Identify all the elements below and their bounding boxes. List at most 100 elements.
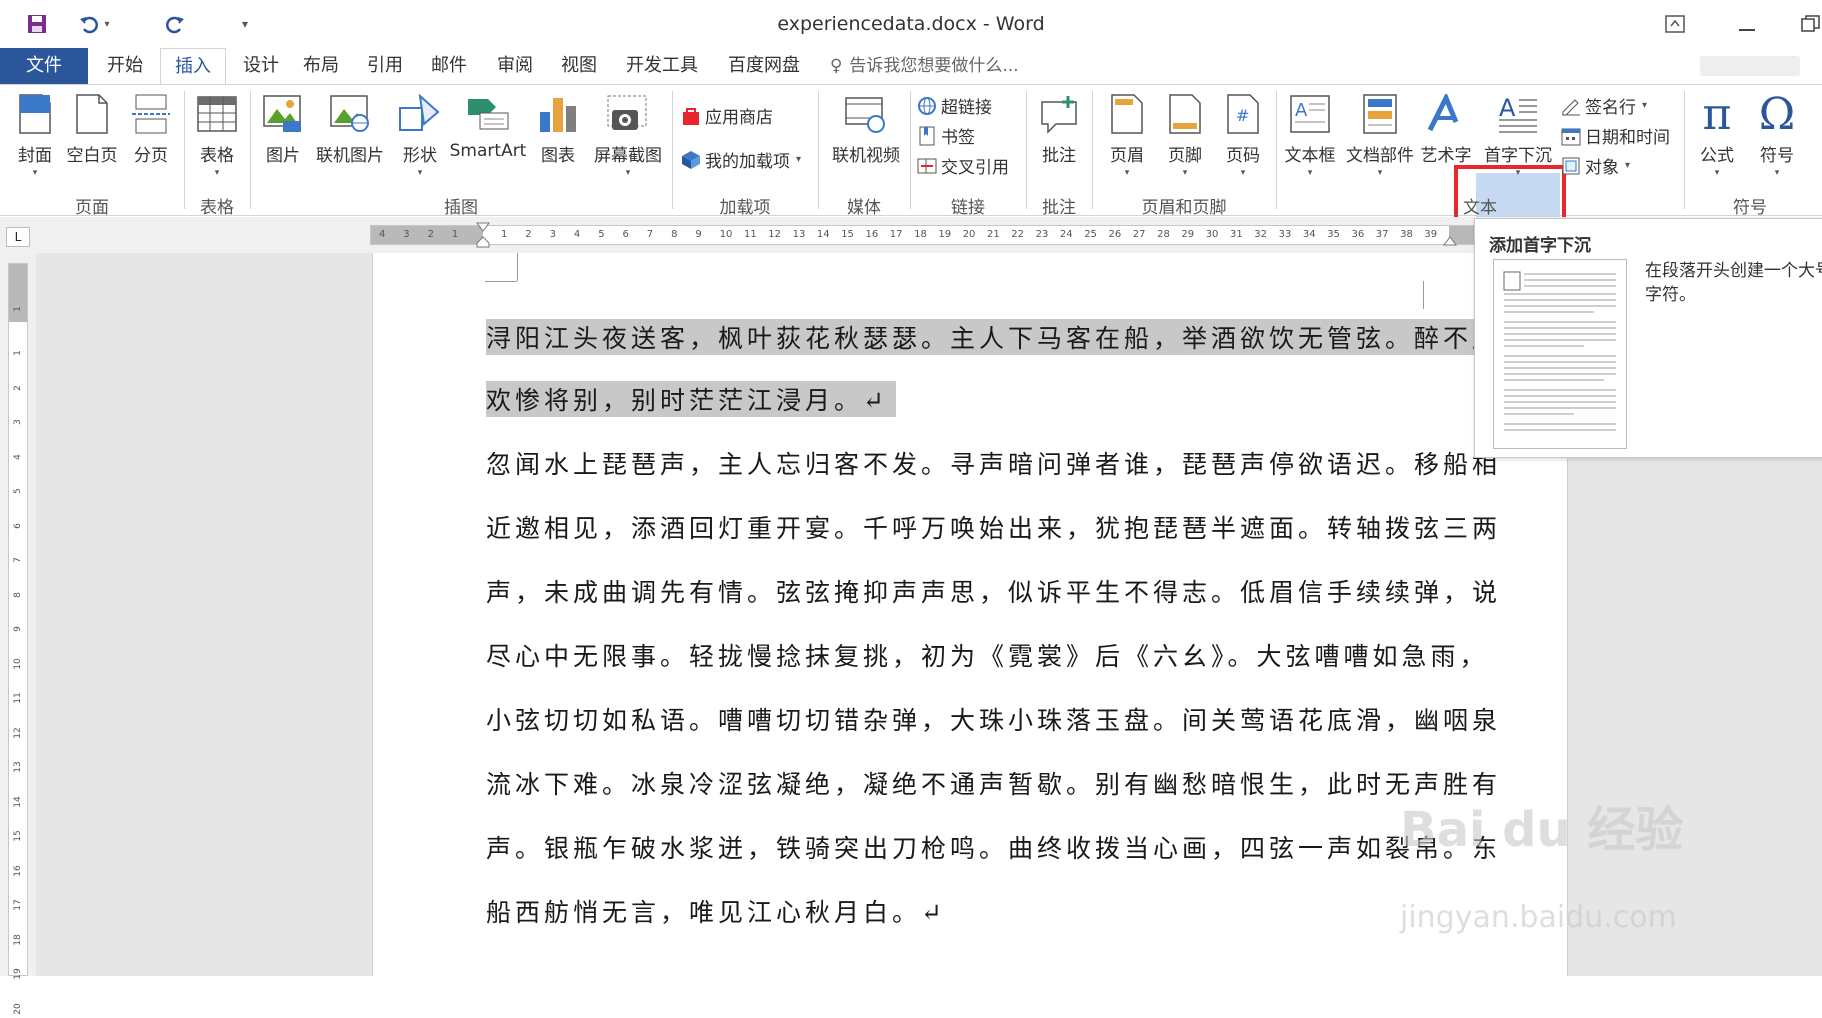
svg-text:A: A [1295, 100, 1308, 121]
cross-reference-button[interactable]: 交叉引用 [916, 153, 1009, 178]
table-button[interactable]: 表格 ▾ [192, 91, 242, 178]
ruler-number: 10 [13, 657, 23, 670]
paragraph-line[interactable]: 声。银瓶乍破水浆迸，铁骑突出刀枪鸣。曲终收拨当心画，四弦一声如裂帛。东 [486, 829, 1501, 865]
ruler-number: 1 [13, 350, 23, 356]
online-picture-button[interactable]: 联机图片 [314, 91, 386, 166]
group-label-links: 链接 [951, 198, 985, 218]
first-line-indent-marker[interactable] [476, 222, 490, 232]
omega-icon: Ω [1758, 88, 1796, 140]
bookmark-button[interactable]: 书签 [916, 123, 975, 148]
tab-design[interactable]: 设计 [228, 48, 294, 84]
group-label-illustrations: 插图 [444, 198, 478, 218]
textbox-button[interactable]: A 文本框 ▾ [1282, 91, 1338, 178]
ruler-number: 14 [816, 229, 830, 240]
tab-file[interactable]: 文件 [0, 48, 88, 84]
comment-button[interactable]: 批注 [1034, 91, 1084, 166]
tooltip-description: 在段落开头创建一个大号字符。 [1645, 261, 1822, 305]
ruler-number: 18 [13, 933, 23, 946]
ruler-number: 16 [865, 229, 879, 240]
ruler-number: 4 [13, 453, 23, 460]
ruler-number: 17 [889, 229, 903, 240]
ruler-number: 13 [13, 761, 23, 773]
ruler-number: 36 [1351, 229, 1365, 240]
ruler-number: 5 [598, 229, 605, 240]
app-store-button[interactable]: 应用商店 [680, 103, 773, 128]
ribbon: 封面 ▾ 空白页 分页 页面 表格 ▾ 表格 图片 联机图片 形状 ▾ Smar… [0, 84, 1822, 279]
ruler-number: 23 [1035, 229, 1049, 240]
group-label-tables: 表格 [200, 198, 234, 218]
hyperlink-button[interactable]: 超链接 [916, 93, 992, 118]
ruler-number: 19 [13, 968, 23, 980]
online-video-button[interactable]: 联机视频 [826, 91, 906, 166]
symbol-button[interactable]: Ω 符号 ▾ [1752, 88, 1802, 179]
tab-baidu-netdisk[interactable]: 百度网盘 [720, 48, 808, 84]
smartart-button[interactable]: SmartArt [448, 91, 528, 161]
account-area[interactable] [1700, 56, 1800, 76]
shapes-button[interactable]: 形状 ▾ [396, 91, 444, 178]
ruler-number: 7 [646, 229, 654, 240]
ruler-number: 22 [1011, 229, 1025, 240]
cover-page-button[interactable]: 封面 ▾ [10, 91, 60, 178]
ruler-number: 3 [403, 229, 410, 240]
chart-button[interactable]: 图表 [534, 91, 582, 166]
ruler-number: 6 [622, 229, 629, 240]
header-button[interactable]: 页眉 ▾ [1102, 91, 1152, 178]
restore-icon[interactable] [1796, 10, 1822, 38]
tab-selector-icon[interactable]: L [6, 227, 30, 247]
tab-view[interactable]: 视图 [546, 48, 612, 84]
smartart-icon [466, 91, 510, 137]
watermark-url: jingyan.baidu.com [1400, 900, 1677, 935]
paragraph-line[interactable]: 忽闻水上琵琶声，主人忘归客不发。寻声暗问弹者谁，琵琶声停欲语迟。移船相 [486, 445, 1501, 481]
tab-references[interactable]: 引用 [352, 48, 418, 84]
selected-text-line[interactable]: 欢惨将别，别时茫茫江浸月。↵ [486, 381, 896, 417]
ruler-number: 1 [501, 229, 508, 240]
vertical-ruler[interactable]: 1 1 2 3 4 5 6 7 8 9 10 11 12 13 14 15 16 17 18 19 20 [0, 253, 36, 1014]
tab-mailings[interactable]: 邮件 [416, 48, 482, 84]
right-indent-marker[interactable] [1443, 236, 1457, 246]
ruler-number: 35 [1327, 229, 1340, 240]
blank-page-button[interactable]: 空白页 [64, 91, 120, 166]
paragraph-line[interactable]: 流冰下难。冰泉冷涩弦凝绝，凝绝不通声暂歇。别有幽愁暗恨生，此时无声胜有 [486, 765, 1501, 801]
tab-insert[interactable]: 插入 [160, 48, 226, 85]
equation-button[interactable]: π 公式 ▾ [1692, 89, 1742, 179]
date-time-button[interactable]: 日期和时间 [1560, 123, 1670, 148]
tab-review[interactable]: 审阅 [482, 48, 548, 84]
tab-home[interactable]: 开始 [92, 48, 158, 84]
ruler-number: 17 [13, 899, 23, 911]
paragraph-line[interactable]: 尽心中无限事。轻拢慢捻抹复挑，初为《霓裳》后《六幺》。大弦嘈嘈如急雨， [486, 637, 1489, 673]
paragraph-line[interactable]: 船西舫悄无言，唯见江心秋月白。↵ [486, 893, 946, 929]
selected-text-line[interactable]: 浔阳江头夜送客，枫叶荻花秋瑟瑟。主人下马客在船，举酒欲饮无管弦。醉不成 [486, 319, 1502, 355]
horizontal-ruler[interactable]: 4321 1 2 3 4 5 6 7 8 9 10 11 12 13 14 15 16 17 18 19 20 21 22… [370, 222, 1495, 248]
page-break-button[interactable]: 分页 [126, 91, 176, 166]
ruler-number: 10 [719, 229, 733, 240]
tab-layout[interactable]: 布局 [288, 48, 354, 84]
ruler-number: 24 [1059, 229, 1073, 240]
chart-icon [536, 91, 580, 137]
signature-line-button[interactable]: 签名行 ▾ [1560, 93, 1647, 118]
ruler-number: 38 [1400, 229, 1413, 240]
tell-me-box[interactable]: ♀ 告诉我您想要做什么... [830, 48, 1019, 84]
ruler-number: 34 [1302, 229, 1316, 240]
paragraph-line[interactable]: 声，未成曲调先有情。弦弦掩抑声声思，似诉平生不得志。低眉信手续续弹，说 [486, 573, 1501, 609]
ribbon-display-options-icon[interactable] [1660, 10, 1690, 38]
paragraph-line[interactable]: 小弦切切如私语。嘈嘈切切错杂弹，大珠小珠落玉盘。间关莺语花底滑，幽咽泉 [486, 701, 1501, 737]
paragraph-line[interactable]: 近邀相见，添酒回灯重开宴。千呼万唤始出来，犹抱琵琶半遮面。转轴拨弦三两 [486, 509, 1501, 545]
screenshot-button[interactable]: 屏幕截图 ▾ [588, 91, 668, 178]
table-icon [195, 91, 239, 137]
signature-icon [1560, 95, 1582, 117]
wordart-button[interactable]: 艺术字 [1418, 91, 1474, 166]
quick-parts-button[interactable]: 文档部件 ▾ [1344, 91, 1416, 178]
document-page[interactable] [372, 253, 1568, 976]
picture-button[interactable]: 图片 [258, 91, 308, 166]
ruler-number: 6 [13, 522, 23, 529]
minimize-icon[interactable] [1732, 10, 1762, 38]
cover-page-icon [13, 91, 57, 137]
bookmark-icon [916, 125, 938, 147]
footer-button[interactable]: 页脚 ▾ [1160, 91, 1210, 178]
hanging-indent-marker[interactable] [476, 236, 490, 248]
tab-developer[interactable]: 开发工具 [618, 48, 706, 84]
object-button[interactable]: 对象 ▾ [1560, 153, 1630, 178]
my-addins-button[interactable]: 我的加载项 ▾ [680, 147, 801, 172]
margin-corner-mark [485, 281, 517, 282]
page-number-button[interactable]: # 页码 ▾ [1218, 91, 1268, 178]
